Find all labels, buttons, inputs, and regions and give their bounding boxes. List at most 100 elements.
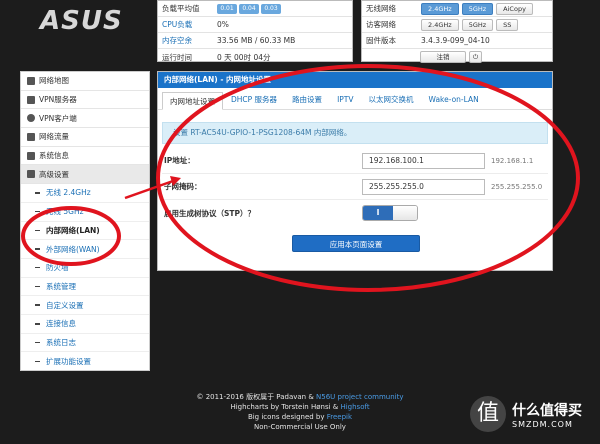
footer-link-highsoft[interactable]: Highsoft — [340, 403, 369, 411]
tab-ethernet-switch[interactable]: 以太网交换机 — [362, 91, 421, 109]
status-row-actions: 注销 ⏻ — [362, 49, 552, 65]
sidebar-item-label: 网络流量 — [39, 132, 69, 142]
status-row-load: 负载平均值 0.01 0.04 0.03 — [158, 1, 352, 17]
sidebar-sub-label: 防火墙 — [46, 263, 69, 273]
status-row-memory: 内存空余 33.56 MB / 60.33 MB — [158, 33, 352, 49]
stp-row: 启用生成树协议（STP）？ I — [162, 200, 548, 226]
dash-icon — [35, 248, 40, 250]
footer-link-community[interactable]: N56U project community — [316, 393, 404, 401]
guest-ss-button[interactable]: SS — [496, 18, 519, 31]
tab-iptv[interactable]: IPTV — [330, 91, 360, 109]
sidebar: 网络地图 VPN服务器 VPN客户端 网络流量 系统信息 高级设置 无线 2.4… — [20, 71, 150, 371]
tab-wake-on-lan[interactable]: Wake-on-LAN — [422, 91, 486, 109]
page-title: 内部网络(LAN) - 内网地址设置 — [158, 72, 552, 88]
dash-icon — [35, 341, 40, 344]
system-status-panel: 负载平均值 0.01 0.04 0.03 CPU负载 0% 内存空余 33.56… — [157, 0, 353, 62]
watermark-title: 什么值得买 — [512, 402, 582, 419]
wireless-5g-button[interactable]: 5GHz — [461, 2, 494, 15]
dash-icon — [35, 210, 40, 213]
memory-value: 33.56 MB / 60.33 MB — [217, 36, 296, 45]
sidebar-sub-label: 系统日志 — [46, 337, 76, 347]
dash-icon — [35, 304, 40, 306]
sidebar-sub-wireless-5[interactable]: 无线 5GHz — [21, 203, 149, 222]
sidebar-item-traffic[interactable]: 网络流量 — [21, 128, 149, 147]
sidebar-sub-lan[interactable]: 内部网络(LAN) — [21, 222, 149, 241]
watermark-text: 什么值得买 SMZDM.COM — [512, 400, 582, 429]
ip-address-input[interactable] — [362, 152, 485, 169]
lan-settings-panel: 内部网络(LAN) - 内网地址设置 内网地址设置 DHCP 服务器 路由设置 … — [157, 71, 553, 271]
sidebar-sub-custom[interactable]: 自定义设置 — [21, 296, 149, 315]
sidebar-sub-firewall[interactable]: 防火墙 — [21, 259, 149, 278]
dash-icon — [35, 285, 40, 288]
tab-routing[interactable]: 路由设置 — [285, 91, 329, 109]
advanced-settings-icon — [27, 170, 35, 179]
sidebar-sub-label: 外部网络(WAN) — [46, 244, 100, 254]
stp-toggle-on: I — [363, 206, 393, 220]
ip-address-default: 192.168.1.1 — [491, 156, 534, 165]
dash-icon — [35, 192, 40, 194]
stp-toggle-off — [393, 206, 417, 220]
dash-icon — [35, 229, 40, 232]
stp-label: 启用生成树协议（STP）？ — [164, 208, 256, 218]
status-row-firmware: 固件版本 3.4.3.9-099_04-10 — [362, 33, 552, 49]
wireless-status-panel: 无线网络 2.4GHz 5GHz AiCopy 访客网络 2.4GHz 5GHz… — [361, 0, 553, 65]
vpn-server-icon — [27, 95, 35, 104]
status-row-cpu: CPU负载 0% — [158, 17, 352, 33]
smzdm-watermark: 值 什么值得买 SMZDM.COM — [470, 396, 582, 432]
subnet-mask-default: 255.255.255.0 — [491, 182, 543, 191]
guest-5g-button[interactable]: 5GHz — [461, 18, 494, 31]
sidebar-sub-extensions[interactable]: 扩展功能设置 — [21, 352, 149, 371]
power-icon: ⏻ — [473, 53, 479, 61]
apply-button[interactable]: 应用本页面设置 — [292, 235, 420, 252]
footer-link-freepik[interactable]: Freepik — [327, 413, 352, 421]
uptime-label: 运行时间 — [162, 52, 192, 62]
subnet-mask-input[interactable] — [362, 178, 485, 195]
sidebar-item-vpn-server[interactable]: VPN服务器 — [21, 91, 149, 110]
power-button[interactable]: ⏻ — [469, 51, 483, 63]
tab-dhcp[interactable]: DHCP 服务器 — [224, 91, 284, 109]
sidebar-item-label: 网络地图 — [39, 76, 69, 86]
logout-button[interactable]: 注销 — [420, 51, 466, 63]
sidebar-item-vpn-client[interactable]: VPN客户端 — [21, 109, 149, 129]
watermark-logo-icon: 值 — [470, 396, 506, 432]
status-row-guest: 访客网络 2.4GHz 5GHz SS — [362, 17, 552, 33]
sidebar-sub-wan[interactable]: 外部网络(WAN) — [21, 240, 149, 259]
sidebar-sub-label: 系统管理 — [46, 281, 76, 291]
subnet-mask-label: 子网掩码： — [164, 182, 202, 191]
firmware-label: 固件版本 — [366, 36, 396, 45]
cpu-value: 0% — [217, 20, 229, 29]
sidebar-sub-label: 扩展功能设置 — [46, 357, 91, 367]
guest-label: 访客网络 — [366, 20, 396, 29]
watermark-site: SMZDM.COM — [512, 419, 573, 429]
memory-label[interactable]: 内存空余 — [162, 35, 217, 46]
uptime-value: 0 天 00时 04分 — [217, 52, 271, 62]
vpn-client-icon — [27, 114, 35, 123]
tab-lan-address[interactable]: 内网地址设置 — [162, 92, 223, 110]
dash-icon — [35, 323, 40, 325]
dash-icon — [35, 360, 40, 363]
sidebar-item-advanced[interactable]: 高级设置 — [21, 165, 149, 185]
ip-address-row: IP地址： 192.168.1.1 — [162, 148, 548, 174]
load-badge-5: 0.04 — [239, 3, 259, 14]
status-row-wireless: 无线网络 2.4GHz 5GHz AiCopy — [362, 1, 552, 17]
sidebar-sub-label: 连接信息 — [46, 319, 76, 329]
guest-2g-button[interactable]: 2.4GHz — [421, 18, 459, 31]
stp-toggle[interactable]: I — [362, 205, 418, 221]
sidebar-sub-connections[interactable]: 连接信息 — [21, 315, 149, 334]
status-row-uptime: 运行时间 0 天 00时 04分 — [158, 49, 352, 65]
wireless-2g-button[interactable]: 2.4GHz — [421, 2, 459, 15]
cpu-label[interactable]: CPU负载 — [162, 19, 217, 30]
network-map-icon — [27, 76, 35, 85]
system-info-icon — [27, 151, 35, 160]
footer-text: Highcharts by Torstein Hønsi & — [230, 403, 341, 411]
load-badge-15: 0.03 — [261, 3, 281, 14]
sidebar-sub-syslog[interactable]: 系统日志 — [21, 334, 149, 353]
sidebar-sub-admin[interactable]: 系统管理 — [21, 278, 149, 297]
sidebar-item-label: 高级设置 — [39, 169, 69, 179]
sidebar-item-network-map[interactable]: 网络地图 — [21, 72, 149, 91]
sidebar-item-label: VPN服务器 — [39, 95, 77, 105]
sidebar-sub-label: 内部网络(LAN) — [46, 225, 100, 235]
sidebar-item-system-info[interactable]: 系统信息 — [21, 147, 149, 166]
sidebar-sub-wireless-24[interactable]: 无线 2.4GHz — [21, 184, 149, 203]
aicopy-button[interactable]: AiCopy — [496, 2, 533, 15]
